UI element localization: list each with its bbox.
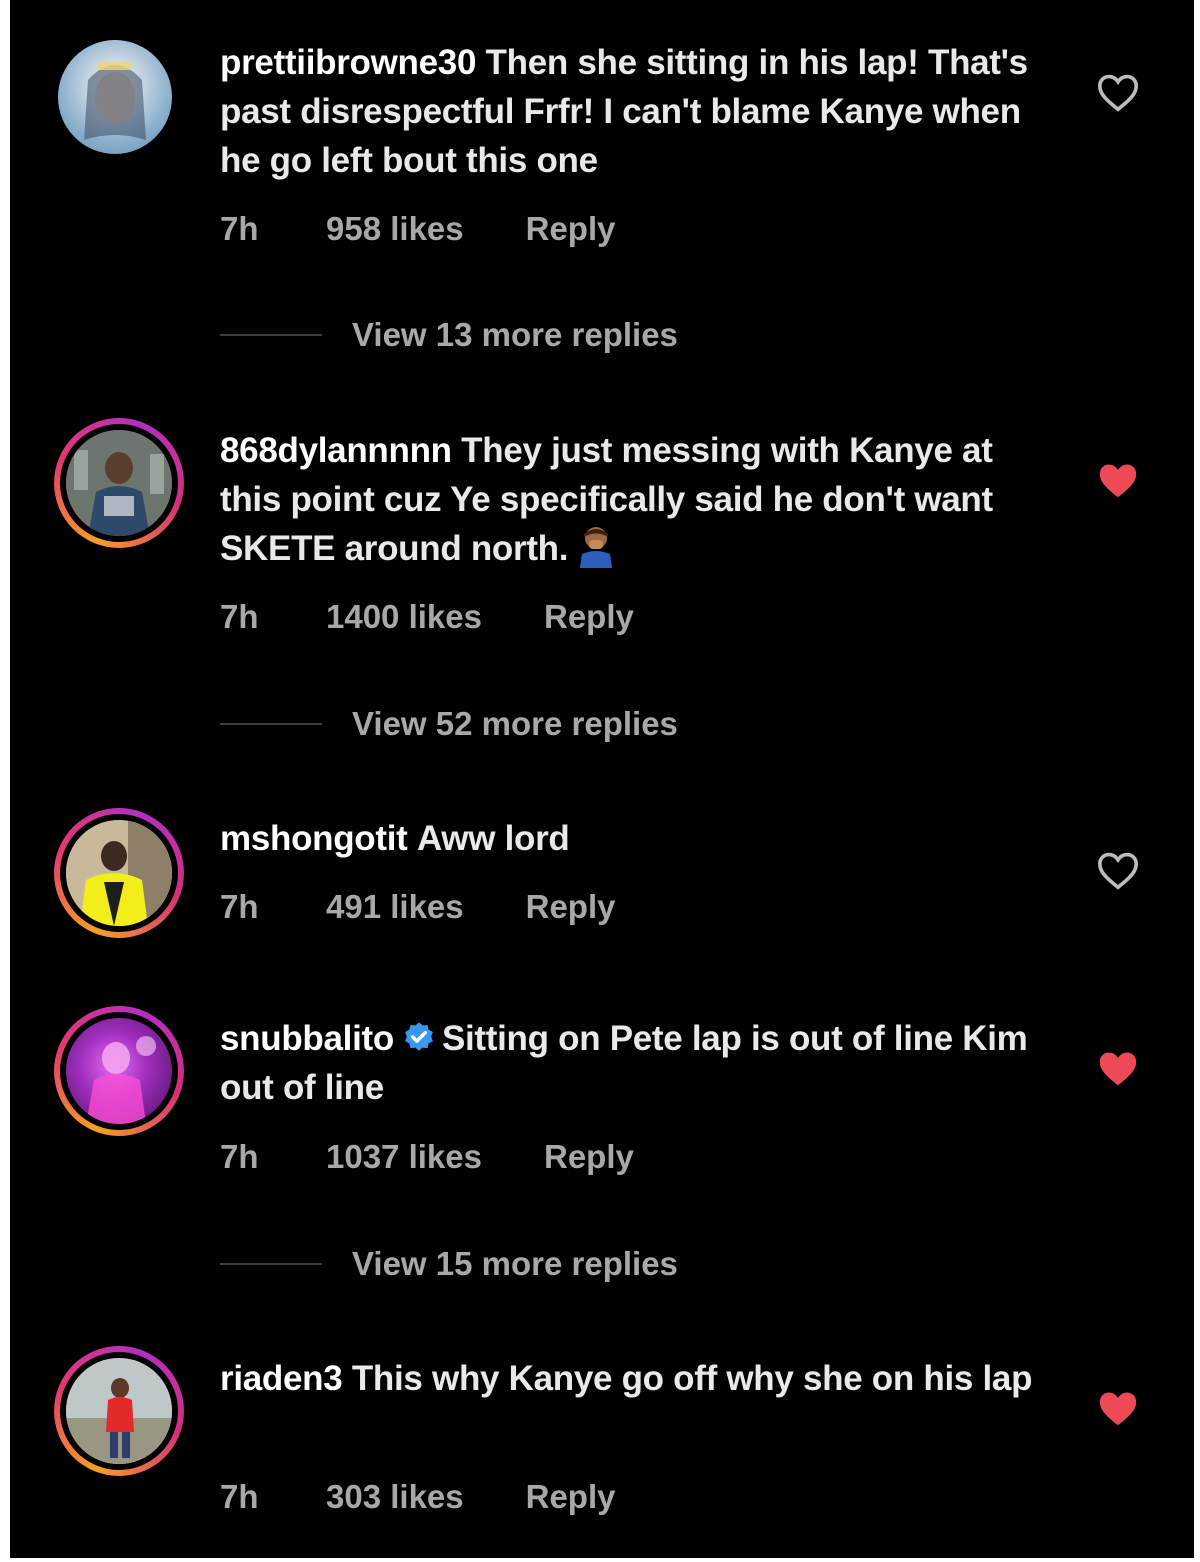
heart-filled-icon[interactable]	[1096, 460, 1140, 500]
avatar-image	[66, 430, 172, 536]
avatar[interactable]	[54, 1346, 184, 1476]
comment-time[interactable]: 7h	[220, 598, 326, 636]
view-more-replies[interactable]: View 13 more replies	[220, 316, 678, 354]
comment-body: This why Kanye go off why she on his lap	[351, 1359, 1033, 1398]
comment-meta: 7h 303 likes Reply	[220, 1478, 616, 1516]
avatar[interactable]	[54, 418, 184, 548]
view-replies-label: View 15 more replies	[352, 1245, 678, 1282]
comment-meta: 7h 1037 likes Reply	[220, 1138, 634, 1176]
comment-username[interactable]: riaden3	[220, 1359, 343, 1398]
heart-filled-icon[interactable]	[1096, 1388, 1140, 1428]
comment-time[interactable]: 7h	[220, 1478, 326, 1516]
comment-username[interactable]: prettiibrowne30	[220, 43, 476, 82]
reply-button[interactable]: Reply	[526, 1478, 616, 1516]
comment-likes[interactable]: 1037 likes	[326, 1138, 482, 1176]
comment-time[interactable]: 7h	[220, 210, 326, 248]
comment-body: Aww lord	[416, 819, 570, 858]
avatar-image	[84, 62, 146, 140]
replies-divider	[220, 723, 322, 725]
comment-time[interactable]: 7h	[220, 888, 326, 926]
replies-divider	[220, 1263, 322, 1265]
reply-button[interactable]: Reply	[544, 598, 634, 636]
view-replies-label: View 13 more replies	[352, 316, 678, 353]
heart-outline-icon[interactable]	[1096, 72, 1140, 112]
view-more-replies[interactable]: View 15 more replies	[220, 1245, 678, 1283]
comment-likes[interactable]: 491 likes	[326, 888, 464, 926]
reply-button[interactable]: Reply	[526, 210, 616, 248]
heart-filled-icon[interactable]	[1096, 1048, 1140, 1088]
comment-likes[interactable]: 958 likes	[326, 210, 464, 248]
comment-text: 868dylannnnn They just messing with Kany…	[220, 426, 1040, 573]
avatar-image	[66, 1358, 172, 1464]
comment-text: snubbalito Sitting on Pete lap is out of…	[220, 1014, 1040, 1112]
comment-username[interactable]: 868dylannnnn	[220, 431, 452, 470]
comment-likes[interactable]: 303 likes	[326, 1478, 464, 1516]
comments-screen: prettiibrowne30 Then she sitting in his …	[10, 0, 1194, 1558]
heart-outline-icon[interactable]	[1096, 850, 1140, 890]
comment-username[interactable]: snubbalito	[220, 1019, 394, 1058]
view-replies-label: View 52 more replies	[352, 705, 678, 742]
comment-text: prettiibrowne30 Then she sitting in his …	[220, 38, 1040, 185]
comment-username[interactable]: mshongotit	[220, 819, 408, 858]
view-more-replies[interactable]: View 52 more replies	[220, 705, 678, 743]
comment-meta: 7h 958 likes Reply	[220, 210, 616, 248]
comment-text: mshongotit Aww lord	[220, 814, 1040, 863]
avatar[interactable]	[58, 40, 172, 154]
comment-meta: 7h 1400 likes Reply	[220, 598, 634, 636]
verified-badge-icon	[405, 1022, 433, 1051]
reply-button[interactable]: Reply	[526, 888, 616, 926]
reply-button[interactable]: Reply	[544, 1138, 634, 1176]
avatar[interactable]	[54, 808, 184, 938]
comment-text: riaden3 This why Kanye go off why she on…	[220, 1354, 1040, 1403]
comment-likes[interactable]: 1400 likes	[326, 598, 482, 636]
avatar-image	[66, 820, 172, 926]
avatar[interactable]	[54, 1006, 184, 1136]
avatar-image	[86, 1036, 156, 1124]
comment-meta: 7h 491 likes Reply	[220, 888, 616, 926]
replies-divider	[220, 334, 322, 336]
person-facepalming-emoji	[580, 527, 613, 568]
comment-time[interactable]: 7h	[220, 1138, 326, 1176]
